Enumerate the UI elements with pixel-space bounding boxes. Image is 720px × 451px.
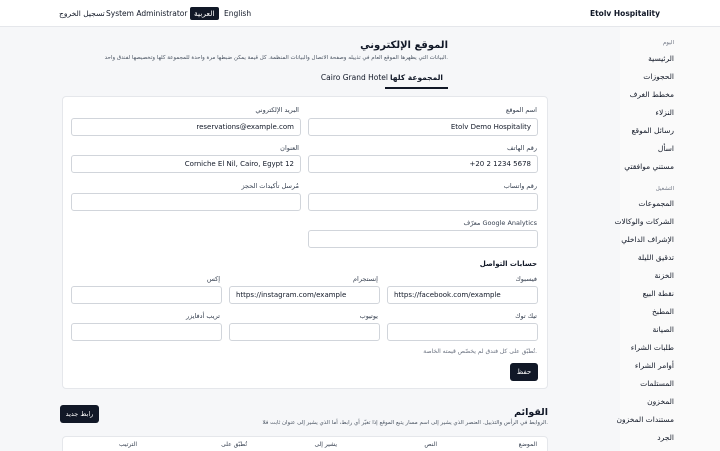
facebook-input[interactable]: https://facebook.com/example — [387, 286, 538, 304]
sidebar-section-today: اليوم — [662, 40, 674, 46]
ga-input[interactable] — [308, 230, 538, 248]
sidebar-item-receipts[interactable]: المستلمات — [640, 379, 674, 388]
sidebar-item-site-messages[interactable]: رسائل الموقع — [632, 126, 675, 135]
site-name-label: اسم الموقع — [505, 106, 537, 114]
email-label: البريد الإلكتروني — [255, 106, 299, 114]
brand-name[interactable]: Etolv Hospitality — [590, 9, 660, 18]
column-header-points-to: يشير إلى — [314, 441, 337, 448]
sidebar-item-pos[interactable]: نقطة البيع — [643, 289, 674, 298]
site-settings-card: اسم الموقع Etolv Demo Hospitality البريد… — [62, 96, 548, 389]
x-input[interactable] — [71, 286, 222, 304]
sidebar-item-inventory-docs[interactable]: مستندات المخزون — [616, 415, 674, 424]
social-accounts-heading: حسابات التواصل — [479, 260, 537, 268]
user-name: System Administrator — [106, 9, 188, 18]
sidebar-item-purchase-orders[interactable]: أوامر الشراء — [635, 361, 674, 370]
sidebar-item-stocktake[interactable]: الجرد — [657, 433, 674, 442]
youtube-label: يوتيوب — [359, 312, 378, 320]
page-description: البيانات التي يظهرها الموقع العام في تذي… — [104, 55, 448, 61]
sidebar-item-home[interactable]: الرئيسية — [648, 54, 674, 63]
facebook-label: فيسبوك — [515, 275, 537, 283]
site-name-input[interactable]: Etolv Demo Hospitality — [308, 118, 538, 136]
tripadvisor-label: تريب أدفايزر — [186, 312, 220, 320]
apply-note: تُطبّق على كل فندق لم يخصّص قيمته الخاصة… — [423, 348, 537, 355]
sidebar-item-reservations[interactable]: الحجوزات — [643, 72, 674, 81]
menus-description: الروابط في الرأس والتذييل. العنصر الذي ي… — [262, 420, 548, 426]
ga-label: معرّف Google Analytics — [463, 219, 537, 227]
top-bar: Etolv Hospitality English العربية System… — [0, 0, 720, 27]
sidebar-item-kitchen[interactable]: المطبخ — [652, 307, 674, 316]
x-label: إكس — [206, 275, 220, 283]
instagram-label: إنستجرام — [353, 275, 378, 283]
tab-cairo-grand-hotel[interactable]: Cairo Grand Hotel — [316, 73, 393, 87]
sidebar-item-inventory[interactable]: المخزون — [647, 397, 674, 406]
column-header-applies-to: تُطبّق على — [221, 441, 247, 448]
page-title: الموقع الإلكتروني — [360, 40, 448, 51]
tiktok-label: تيك توك — [515, 312, 537, 320]
email-input[interactable]: reservations@example.com — [71, 118, 301, 136]
sidebar-item-housekeeping[interactable]: الإشراف الداخلي — [621, 235, 674, 244]
save-button[interactable]: حفظ — [510, 363, 538, 381]
language-english-button[interactable]: English — [224, 9, 251, 18]
phone-label: رقم الهاتف — [507, 144, 537, 152]
tripadvisor-input[interactable] — [71, 323, 222, 341]
sidebar-item-night-audit[interactable]: تدقيق الليلة — [638, 253, 674, 262]
instagram-input[interactable]: https://instagram.com/example — [229, 286, 380, 304]
whatsapp-input[interactable] — [308, 193, 538, 211]
sidebar-section-operations: التشغيل — [655, 186, 674, 192]
whatsapp-label: رقم واتساب — [503, 182, 537, 190]
menus-table: الموضع النص يشير إلى تُطبّق على الترتيب — [62, 436, 548, 451]
booking-sender-input[interactable] — [71, 193, 301, 211]
menus-title: القوائم — [514, 407, 548, 418]
sidebar-item-cashier[interactable]: الخزنة — [655, 271, 674, 280]
address-label: العنوان — [280, 144, 299, 152]
sidebar-item-room-chart[interactable]: مخطط الغرف — [630, 90, 674, 99]
tiktok-input[interactable] — [387, 323, 538, 341]
sidebar-item-ask[interactable]: اسأل — [658, 144, 674, 153]
sidebar-item-awaiting-approval[interactable]: مستني موافقتي — [624, 162, 674, 171]
sidebar-item-companies[interactable]: الشركات والوكالات — [614, 217, 674, 226]
sidebar-item-purchase-requests[interactable]: طلبات الشراء — [631, 343, 674, 352]
logout-link[interactable]: تسجيل الخروج — [59, 9, 105, 18]
sidebar-item-maintenance[interactable]: الصيانة — [652, 325, 674, 334]
column-header-text: النص — [424, 441, 437, 448]
sidebar-item-groups[interactable]: المجموعات — [638, 199, 674, 208]
tab-whole-group[interactable]: المجموعة كلها — [384, 73, 448, 89]
address-input[interactable]: Corniche El Nil, Cairo, Egypt 12 — [71, 155, 301, 173]
youtube-input[interactable] — [229, 323, 380, 341]
phone-input[interactable]: +20 2 1234 5678 — [308, 155, 538, 173]
new-link-button[interactable]: رابط جديد — [60, 405, 99, 423]
sidebar: اليوم الرئيسية الحجوزات مخطط الغرف النزل… — [614, 27, 720, 451]
column-header-order: الترتيب — [119, 441, 137, 448]
column-header-position: الموضع — [518, 441, 537, 448]
booking-sender-label: مُرسل تأكيدات الحجز — [241, 182, 299, 190]
sidebar-item-guests[interactable]: النزلاء — [655, 108, 674, 117]
language-arabic-button[interactable]: العربية — [190, 7, 219, 20]
